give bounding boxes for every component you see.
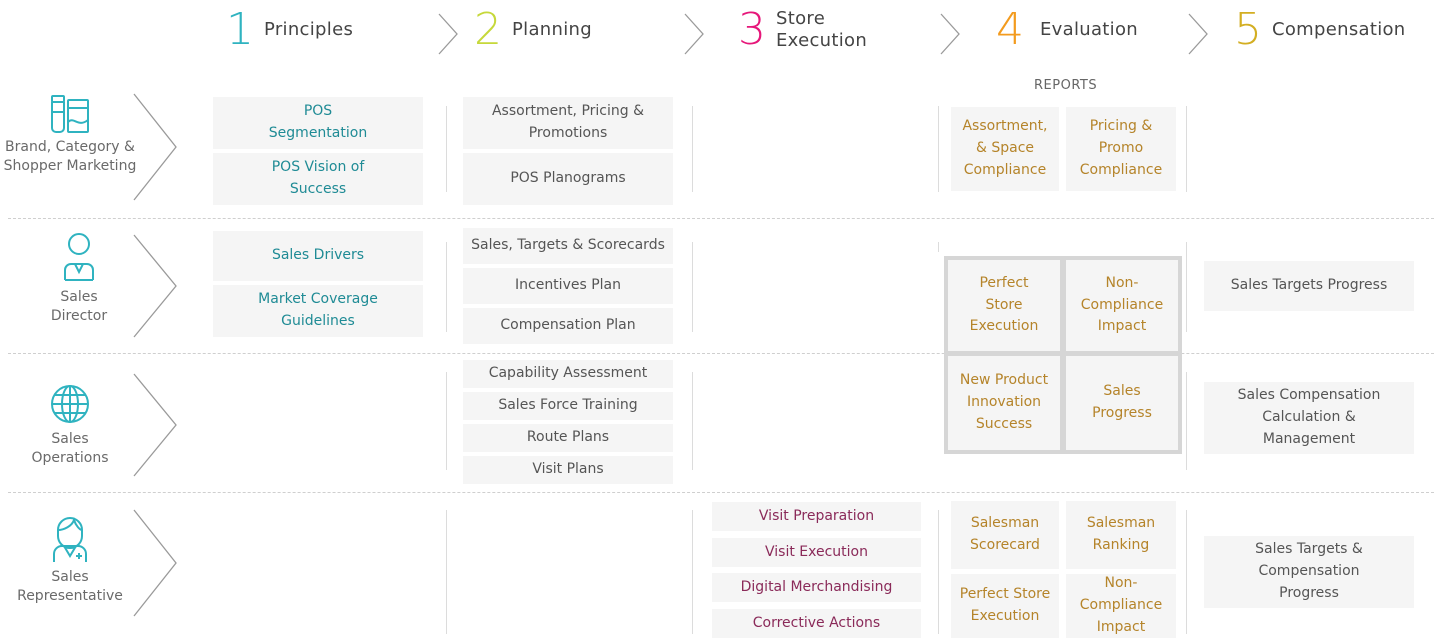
phase-label: Store Execution (776, 8, 868, 51)
box-non-compliance-impact-rep: Non-Compliance Impact (1066, 574, 1176, 638)
box-perfect-store-execution: Perfect Store Execution (948, 260, 1060, 351)
chevron-right-icon (684, 13, 704, 55)
column-divider (692, 242, 693, 332)
chevron-right-icon (133, 93, 177, 201)
phase-number: 1 (226, 4, 254, 55)
box-perfect-store-execution-rep: Perfect Store Execution (951, 574, 1059, 638)
box-assortment-space-compliance: Assortment, & Space Compliance (951, 107, 1059, 191)
box-pos-planograms: POS Planograms (463, 153, 673, 205)
column-divider (1186, 242, 1187, 332)
box-market-coverage: Market Coverage Guidelines (213, 285, 423, 337)
box-visit-execution: Visit Execution (712, 538, 921, 567)
chevron-right-icon (133, 234, 177, 338)
sales-representative-icon (53, 516, 87, 562)
box-non-compliance-impact: Non-Compliance Impact (1066, 260, 1178, 351)
phase-label: Principles (264, 19, 354, 41)
box-visit-preparation: Visit Preparation (712, 502, 921, 531)
role-label: Brand, Category & Shopper Marketing (3, 139, 137, 174)
globe-icon (51, 385, 89, 423)
phase-store-execution: 3 Store Execution (738, 0, 876, 60)
role-brand-category: Brand, Category & Shopper Marketing (0, 94, 140, 176)
column-divider (938, 510, 939, 634)
box-salesman-ranking: Salesman Ranking (1066, 501, 1176, 569)
box-pricing-promo-compliance: Pricing & Promo Compliance (1066, 107, 1176, 191)
box-capability-assessment: Capability Assessment (463, 360, 673, 388)
role-label: Sales Director (50, 289, 108, 324)
box-sales-compensation-calc: Sales Compensation Calculation & Managem… (1204, 382, 1414, 454)
role-label: Sales Operations (31, 431, 109, 466)
box-salesman-scorecard: Salesman Scorecard (951, 501, 1059, 569)
box-route-plans: Route Plans (463, 424, 673, 452)
column-divider (446, 242, 447, 332)
column-divider (446, 372, 447, 470)
box-sales-drivers: Sales Drivers (213, 231, 423, 281)
brand-products-icon (51, 95, 89, 133)
row-divider (8, 218, 1434, 219)
phase-number: 5 (1234, 4, 1262, 55)
box-sales-progress: Sales Progress (1066, 356, 1178, 450)
phase-number: 2 (474, 4, 502, 55)
column-divider (446, 510, 447, 634)
box-compensation-plan: Compensation Plan (463, 308, 673, 344)
box-pos-segmentation: POS Segmentation (213, 97, 423, 149)
column-divider (692, 510, 693, 634)
column-divider (692, 372, 693, 470)
column-divider (692, 106, 693, 192)
chevron-right-icon (133, 509, 177, 617)
box-new-product-innovation: New Product Innovation Success (948, 356, 1060, 450)
column-divider (1186, 106, 1187, 192)
phase-number: 4 (996, 4, 1024, 55)
column-divider (446, 106, 447, 192)
box-digital-merchandising: Digital Merchandising (712, 573, 921, 602)
column-divider (938, 106, 939, 192)
column-divider (1186, 372, 1187, 470)
box-sales-targets-compensation: Sales Targets & Compensation Progress (1204, 536, 1414, 608)
chevron-right-icon (940, 13, 960, 55)
row-divider (8, 492, 1434, 493)
role-sales-director: Sales Director (9, 230, 149, 326)
chevron-right-icon (133, 373, 177, 477)
row-divider (8, 353, 1434, 354)
box-visit-plans: Visit Plans (463, 456, 673, 484)
box-sales-targets-scorecards: Sales, Targets & Scorecards (463, 228, 673, 264)
sales-director-icon (64, 233, 94, 281)
phase-number: 3 (738, 4, 766, 55)
role-sales-operations: Sales Operations (0, 382, 140, 468)
phase-evaluation: 4 Evaluation (996, 0, 1138, 60)
box-incentives-plan: Incentives Plan (463, 268, 673, 304)
column-divider (1186, 510, 1187, 634)
column-divider (938, 242, 939, 252)
box-pos-vision: POS Vision of Success (213, 153, 423, 205)
role-sales-representative: Sales Representative (0, 512, 140, 606)
phase-principles: 1 Principles (226, 0, 353, 60)
phase-label: Compensation (1272, 19, 1406, 41)
phase-label: Evaluation (1040, 19, 1138, 41)
chevron-right-icon (1188, 13, 1208, 55)
phase-compensation: 5 Compensation (1234, 0, 1406, 60)
phase-planning: 2 Planning (474, 0, 592, 60)
chevron-right-icon (438, 13, 458, 55)
reports-label: REPORTS (1034, 78, 1098, 93)
role-label: Sales Representative (17, 569, 123, 604)
box-sales-force-training: Sales Force Training (463, 392, 673, 420)
box-assortment-pricing: Assortment, Pricing & Promotions (463, 97, 673, 149)
phase-label: Planning (512, 19, 592, 41)
box-corrective-actions: Corrective Actions (712, 609, 921, 638)
box-sales-targets-progress: Sales Targets Progress (1204, 261, 1414, 311)
